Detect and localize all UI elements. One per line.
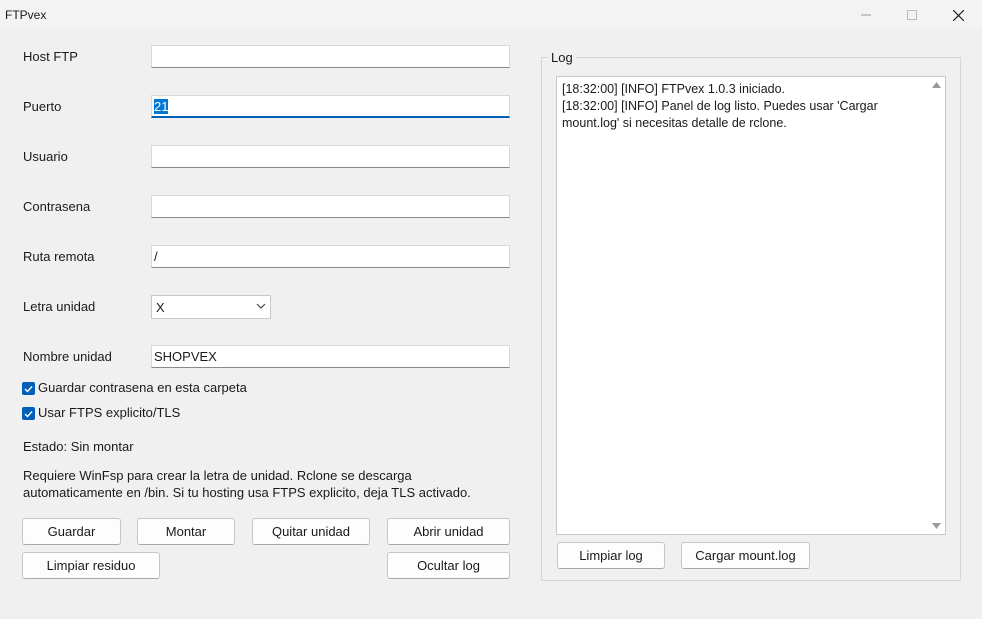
- drive-letter-select[interactable]: X: [151, 295, 271, 319]
- info-text: Requiere WinFsp para crear la letra de u…: [23, 467, 523, 501]
- user-input[interactable]: [151, 145, 510, 168]
- hide-log-button[interactable]: Ocultar log: [387, 552, 510, 579]
- remove-drive-button[interactable]: Quitar unidad: [252, 518, 370, 545]
- log-title: Log: [548, 50, 576, 65]
- close-icon: [952, 9, 964, 21]
- title-bar: FTPvex: [0, 0, 982, 30]
- minimize-icon: [861, 14, 871, 16]
- host-input[interactable]: [151, 45, 510, 68]
- log-line: mount.log' si necesitas detalle de rclon…: [562, 116, 787, 130]
- drive-name-label: Nombre unidad: [23, 349, 112, 364]
- clear-log-button[interactable]: Limpiar log: [557, 542, 665, 569]
- load-mount-log-button[interactable]: Cargar mount.log: [681, 542, 810, 569]
- log-textarea[interactable]: [18:32:00] [INFO] FTPvex 1.0.3 iniciado.…: [556, 76, 946, 535]
- save-password-label[interactable]: Guardar contrasena en esta carpeta: [38, 380, 247, 395]
- save-button[interactable]: Guardar: [22, 518, 121, 545]
- remote-path-input[interactable]: /: [151, 245, 510, 268]
- checkmark-icon: [24, 385, 33, 393]
- status-text: Estado: Sin montar: [23, 439, 134, 454]
- window-title: FTPvex: [5, 8, 47, 22]
- clean-residue-button[interactable]: Limpiar residuo: [22, 552, 160, 579]
- log-line: [18:32:00] [INFO] Panel de log listo. Pu…: [562, 99, 878, 113]
- save-password-checkbox[interactable]: [22, 382, 35, 395]
- drive-name-input[interactable]: SHOPVEX: [151, 345, 510, 368]
- chevron-down-icon: [256, 303, 266, 309]
- info-line: automaticamente en /bin. Si tu hosting u…: [23, 485, 471, 500]
- scroll-up-arrow-icon[interactable]: [932, 82, 941, 88]
- port-label: Puerto: [23, 99, 62, 114]
- use-ftps-label[interactable]: Usar FTPS explicito/TLS: [38, 405, 180, 420]
- maximize-icon: [907, 10, 917, 20]
- use-ftps-checkbox[interactable]: [22, 407, 35, 420]
- port-value: 21: [154, 99, 169, 114]
- log-content: [18:32:00] [INFO] FTPvex 1.0.3 iniciado.…: [562, 81, 922, 132]
- password-input[interactable]: [151, 195, 510, 218]
- minimize-button[interactable]: [843, 0, 889, 30]
- drive-letter-label: Letra unidad: [23, 299, 96, 314]
- info-line: Requiere WinFsp para crear la letra de u…: [23, 468, 412, 483]
- drive-letter-value: X: [156, 300, 165, 315]
- mount-button[interactable]: Montar: [137, 518, 235, 545]
- log-line: [18:32:00] [INFO] FTPvex 1.0.3 iniciado.: [562, 82, 786, 96]
- scroll-down-arrow-icon[interactable]: [932, 523, 941, 529]
- maximize-button[interactable]: [889, 0, 935, 30]
- checkmark-icon: [24, 410, 33, 418]
- user-label: Usuario: [23, 149, 68, 164]
- port-input[interactable]: 21: [151, 95, 510, 118]
- host-label: Host FTP: [23, 49, 78, 64]
- remote-path-label: Ruta remota: [23, 249, 95, 264]
- close-button[interactable]: [935, 0, 981, 30]
- open-drive-button[interactable]: Abrir unidad: [387, 518, 510, 545]
- password-label: Contrasena: [23, 199, 91, 214]
